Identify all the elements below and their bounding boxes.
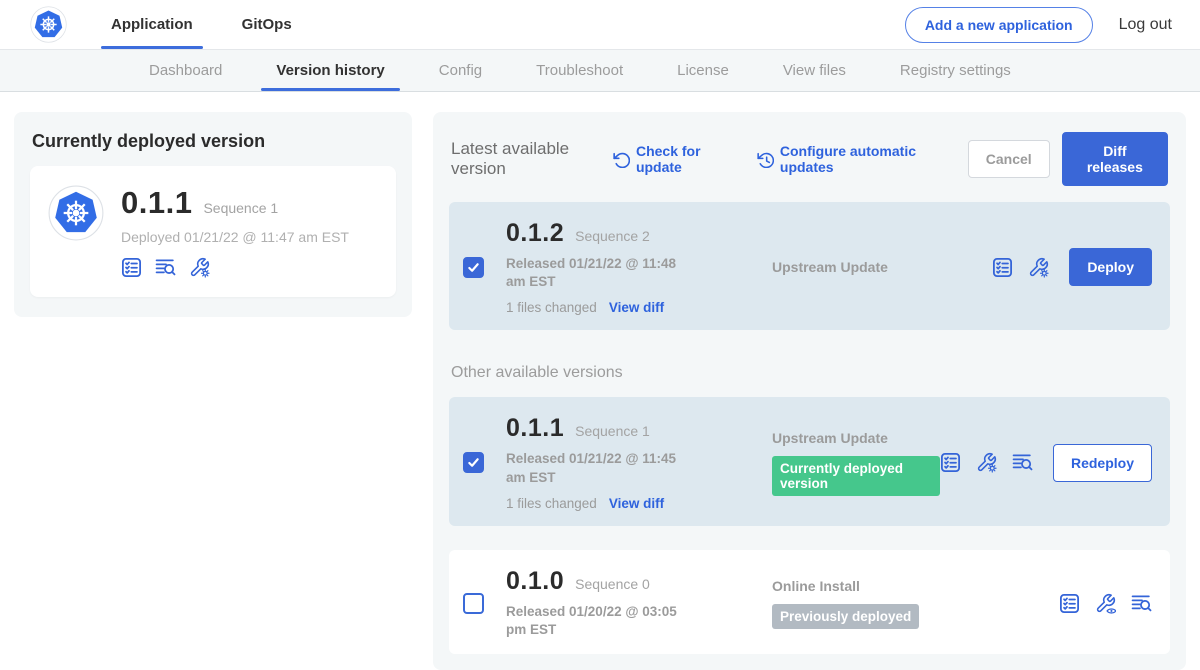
other-available-versions-title: Other available versions bbox=[451, 364, 1168, 382]
view-files-icon[interactable] bbox=[155, 257, 176, 278]
diff-releases-button[interactable]: Diff releases bbox=[1062, 132, 1168, 186]
deployed-sequence-label: Sequence 1 bbox=[203, 200, 278, 216]
preflight-checklist-icon[interactable] bbox=[992, 257, 1013, 278]
top-nav-tabs: Application GitOps bbox=[109, 0, 339, 49]
tab-dashboard[interactable]: Dashboard bbox=[122, 50, 249, 91]
released-timestamp: Released 01/21/22 @ 11:45 am EST bbox=[506, 450, 696, 486]
wrench-eye-icon[interactable] bbox=[1095, 593, 1116, 614]
refresh-icon bbox=[613, 151, 630, 168]
deployed-timestamp: Deployed 01/21/22 @ 11:47 am EST bbox=[121, 229, 349, 245]
app-logo-icon bbox=[48, 185, 104, 241]
preflight-checklist-icon[interactable] bbox=[121, 257, 142, 278]
view-diff-link[interactable]: View diff bbox=[609, 496, 664, 511]
deployed-version-number: 0.1.1 bbox=[121, 185, 192, 221]
tab-config[interactable]: Config bbox=[412, 50, 509, 91]
redeploy-button[interactable]: Redeploy bbox=[1053, 444, 1152, 482]
wrench-gear-icon[interactable] bbox=[189, 257, 210, 278]
preflight-checklist-icon[interactable] bbox=[940, 452, 961, 473]
view-files-icon[interactable] bbox=[1012, 452, 1033, 473]
latest-available-title: Latest available version bbox=[451, 139, 601, 179]
view-files-icon[interactable] bbox=[1131, 593, 1152, 614]
version-source-label: Online Install bbox=[772, 578, 1059, 594]
previously-deployed-badge: Previously deployed bbox=[772, 604, 919, 629]
view-diff-link[interactable]: View diff bbox=[609, 300, 664, 315]
version-row-0-1-1: 0.1.1 Sequence 1 Released 01/21/22 @ 11:… bbox=[449, 397, 1170, 525]
version-number: 0.1.2 bbox=[506, 219, 564, 248]
tab-license[interactable]: License bbox=[650, 50, 756, 91]
check-for-update-label: Check for update bbox=[636, 143, 729, 175]
app-sub-nav: Dashboard Version history Config Trouble… bbox=[0, 50, 1200, 92]
tab-registry-settings[interactable]: Registry settings bbox=[873, 50, 1038, 91]
check-for-update-link[interactable]: Check for update bbox=[613, 143, 729, 175]
sequence-label: Sequence 0 bbox=[575, 576, 650, 592]
deployed-version-card: 0.1.1 Sequence 1 Deployed 01/21/22 @ 11:… bbox=[30, 166, 396, 297]
version-source-label: Upstream Update bbox=[772, 430, 940, 446]
sequence-label: Sequence 1 bbox=[575, 423, 650, 439]
version-checkbox[interactable] bbox=[463, 593, 484, 614]
tab-version-history[interactable]: Version history bbox=[249, 50, 411, 91]
version-row-0-1-0: 0.1.0 Sequence 0 Released 01/20/22 @ 03:… bbox=[449, 550, 1170, 654]
version-row-0-1-2: 0.1.2 Sequence 2 Released 01/21/22 @ 11:… bbox=[449, 202, 1170, 330]
version-checkbox[interactable] bbox=[463, 452, 484, 473]
wrench-gear-icon[interactable] bbox=[976, 452, 997, 473]
kubernetes-logo bbox=[30, 6, 67, 43]
preflight-checklist-icon[interactable] bbox=[1059, 593, 1080, 614]
top-nav: Application GitOps Add a new application… bbox=[0, 0, 1200, 50]
version-number: 0.1.1 bbox=[506, 414, 564, 443]
version-checkbox[interactable] bbox=[463, 257, 484, 278]
top-tab-application[interactable]: Application bbox=[109, 0, 195, 49]
configure-automatic-updates-link[interactable]: Configure automatic updates bbox=[757, 143, 940, 175]
files-changed-label: 1 files changed bbox=[506, 300, 597, 315]
currently-deployed-badge: Currently deployed version bbox=[772, 456, 940, 496]
configure-automatic-updates-label: Configure automatic updates bbox=[780, 143, 940, 175]
wrench-gear-icon[interactable] bbox=[1028, 257, 1049, 278]
currently-deployed-panel: Currently deployed version 0.1.1 Sequenc… bbox=[14, 112, 412, 317]
deploy-button[interactable]: Deploy bbox=[1069, 248, 1152, 286]
tab-troubleshoot[interactable]: Troubleshoot bbox=[509, 50, 650, 91]
version-number: 0.1.0 bbox=[506, 567, 564, 596]
sequence-label: Sequence 2 bbox=[575, 228, 650, 244]
add-new-application-button[interactable]: Add a new application bbox=[905, 7, 1093, 43]
version-source-label: Upstream Update bbox=[772, 259, 992, 275]
currently-deployed-title: Currently deployed version bbox=[32, 131, 396, 152]
logout-button[interactable]: Log out bbox=[1119, 16, 1172, 34]
cancel-button[interactable]: Cancel bbox=[968, 140, 1050, 178]
available-versions-panel: Latest available version Check for updat… bbox=[433, 112, 1186, 670]
files-changed-label: 1 files changed bbox=[506, 496, 597, 511]
top-tab-gitops[interactable]: GitOps bbox=[240, 0, 294, 49]
tab-view-files[interactable]: View files bbox=[756, 50, 873, 91]
auto-update-clock-icon bbox=[757, 151, 774, 168]
released-timestamp: Released 01/21/22 @ 11:48 am EST bbox=[506, 255, 696, 291]
